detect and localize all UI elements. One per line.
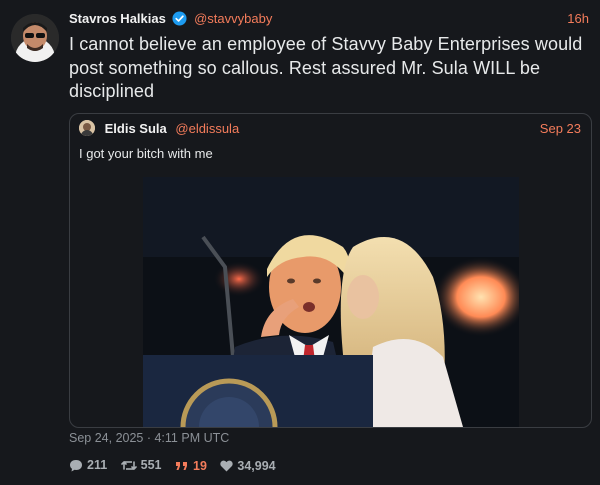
repost-count: 551 [140, 458, 162, 472]
quoted-author-name[interactable]: Eldis Sula [105, 121, 167, 136]
quoted-author-handle[interactable]: @eldissula [175, 121, 239, 136]
quoted-post-photo[interactable] [143, 177, 519, 427]
repost-icon [120, 460, 137, 470]
quoted-post-text: I got your bitch with me [79, 146, 213, 161]
like-count: 34,994 [237, 458, 276, 473]
post-stats: 211 551 19 34,994 [69, 457, 286, 473]
author-avatar[interactable] [11, 14, 59, 62]
quote-stat[interactable]: 19 [175, 458, 207, 474]
post-text: I cannot believe an employee of Stavvy B… [69, 34, 583, 101]
quoted-post-header: Eldis Sula @eldissula Sep 23 [79, 120, 581, 138]
avatar-image [11, 14, 59, 62]
quoted-author-avatar[interactable] [79, 120, 95, 136]
quoted-post-date[interactable]: Sep 23 [540, 120, 581, 138]
reply-stat[interactable]: 211 [69, 457, 107, 473]
post-header: Stavros Halkias @stavvybaby 16h [69, 10, 589, 28]
photo-image [143, 177, 519, 427]
author-handle[interactable]: @stavvybaby [194, 11, 272, 26]
post-timestamp[interactable]: Sep 24, 2025 · 4:11 PM UTC [69, 431, 229, 445]
verified-badge-icon [172, 11, 187, 31]
author-name[interactable]: Stavros Halkias [69, 11, 166, 26]
like-stat[interactable]: 34,994 [220, 458, 276, 474]
quoted-post[interactable]: Eldis Sula @eldissula Sep 23 I got your … [69, 113, 592, 428]
reply-count: 211 [87, 458, 108, 472]
post-time[interactable]: 16h [567, 10, 589, 28]
repost-stat[interactable]: 551 [120, 457, 162, 473]
quote-icon [176, 461, 187, 470]
reply-icon [70, 459, 82, 471]
like-icon [220, 460, 234, 471]
quote-count: 19 [193, 458, 207, 473]
